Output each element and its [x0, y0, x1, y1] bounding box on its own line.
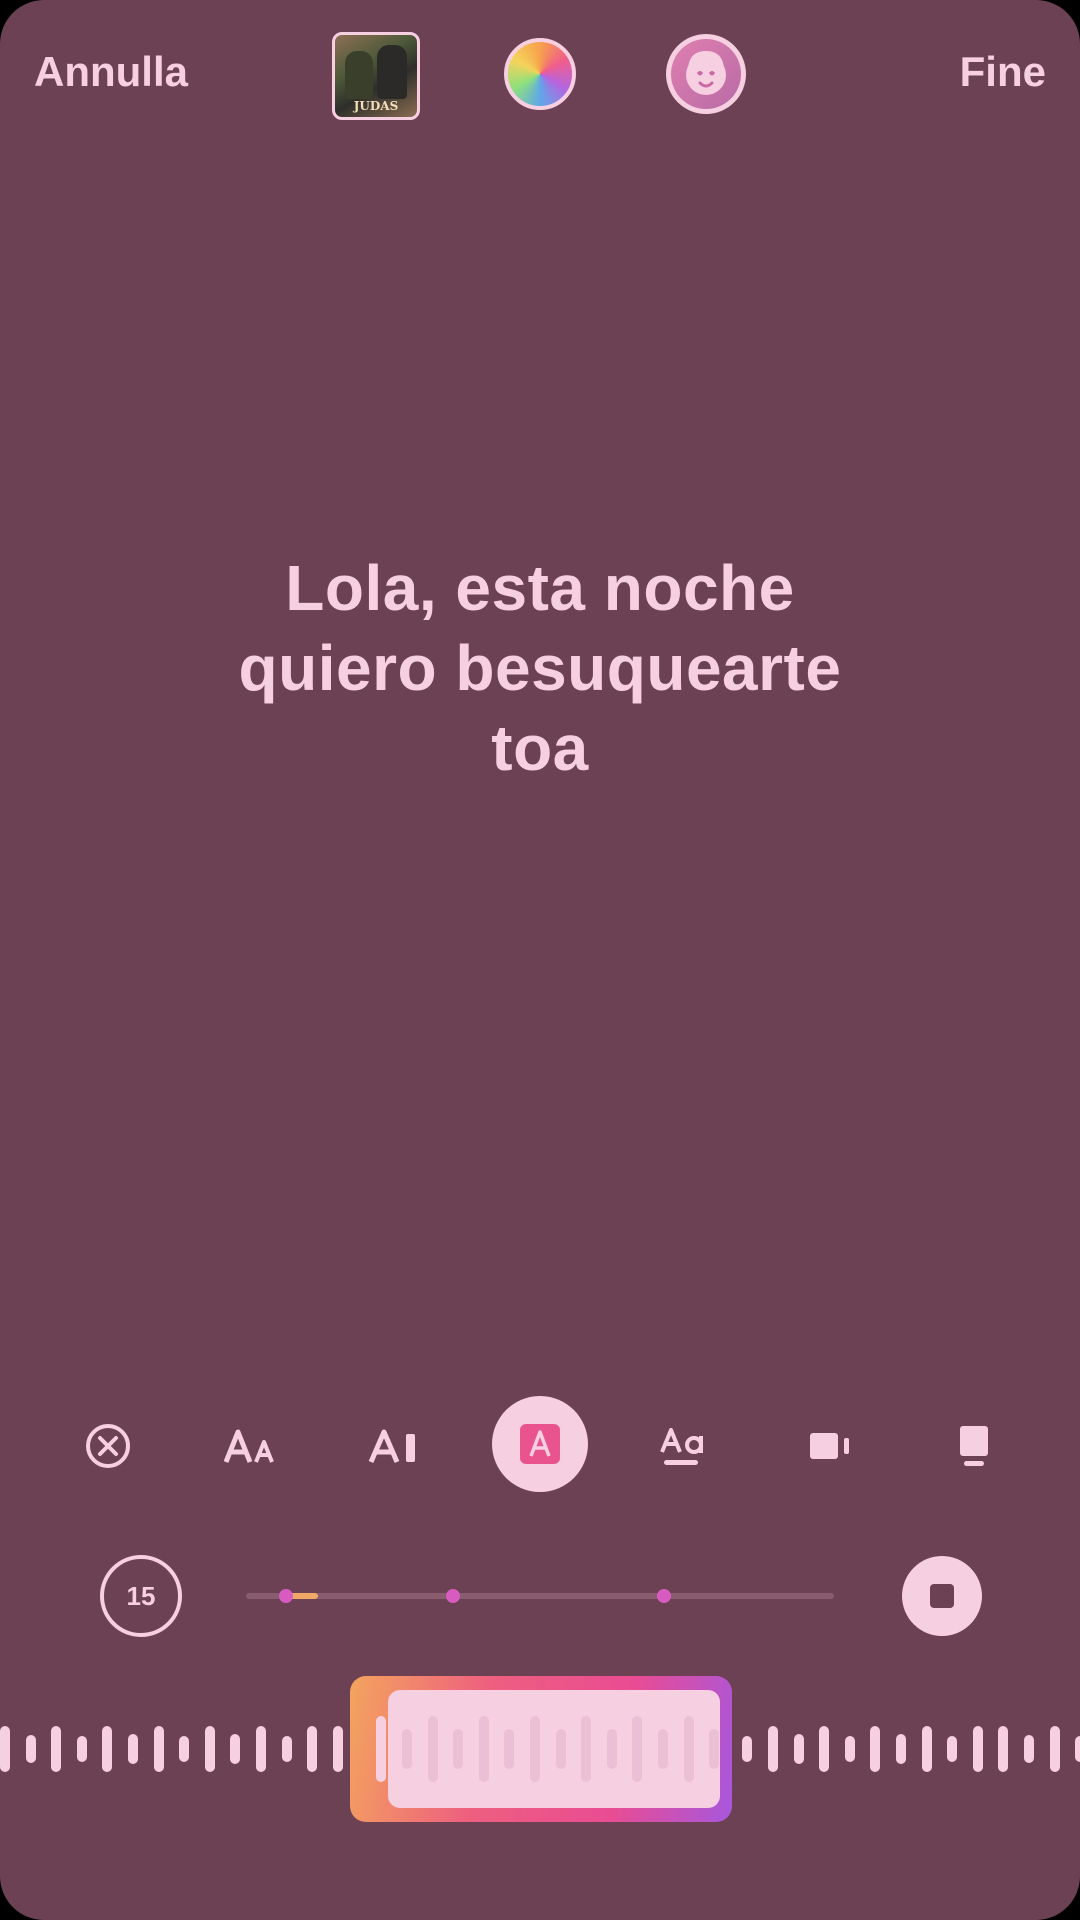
waveform-bar: [204, 1726, 215, 1772]
waveform-bar: [332, 1726, 343, 1772]
waveform-bar: [530, 1716, 540, 1782]
cancel-button[interactable]: Annulla: [34, 48, 188, 96]
waveform-bar: [51, 1726, 62, 1772]
waveform-bar: [972, 1726, 983, 1772]
waveform-bar: [947, 1736, 958, 1762]
waveform-bar: [128, 1734, 138, 1764]
waveform-bar: [504, 1729, 515, 1769]
text-size-icon[interactable]: [214, 1408, 290, 1484]
card-layout-icon[interactable]: [936, 1408, 1012, 1484]
waveform-bar: [742, 1736, 753, 1762]
lyrics-line: quiero besuquearte: [238, 632, 842, 704]
waveform-bar: [230, 1734, 241, 1764]
lyric-marker: [279, 1589, 293, 1603]
waveform-bar: [683, 1716, 694, 1782]
lyrics-style-toolbar: [0, 1396, 1080, 1496]
album-art-text: JUDAS: [353, 99, 399, 113]
selected-waveform: [388, 1690, 720, 1808]
waveform-bar: [0, 1726, 10, 1772]
waveform-bar: [606, 1729, 617, 1769]
waveform-bar: [555, 1729, 566, 1769]
stop-button[interactable]: [902, 1556, 982, 1636]
waveform-bar: [581, 1716, 592, 1782]
playback-progress-track[interactable]: [246, 1589, 834, 1603]
waveform-bar: [1075, 1736, 1080, 1762]
album-art-button[interactable]: JUDAS: [332, 32, 420, 120]
waveform-bar: [896, 1734, 906, 1764]
waveform-bar: [453, 1729, 464, 1769]
waveform-bar: [402, 1729, 412, 1769]
waveform-bar: [307, 1726, 318, 1772]
face-icon: [671, 39, 741, 109]
text-style-highlight-icon[interactable]: [492, 1396, 588, 1492]
clip-duration-button[interactable]: 15: [100, 1555, 182, 1637]
clip-selection-window[interactable]: [350, 1676, 732, 1822]
album-art-figure-right: [377, 45, 407, 99]
waveform-bar: [76, 1736, 87, 1762]
selection-handle[interactable]: [376, 1716, 386, 1782]
color-picker-icon[interactable]: [504, 38, 576, 110]
lyric-marker: [446, 1589, 460, 1603]
waveform-bar: [1024, 1735, 1034, 1763]
lyrics-sticker-editor: Annulla JUDAS Fine Lola, esta noche quie…: [0, 0, 1080, 1920]
waveform-bar: [179, 1736, 190, 1762]
top-bar: Annulla JUDAS Fine: [0, 0, 1080, 150]
waveform-bar: [870, 1726, 881, 1772]
album-art-figure-left: [345, 51, 373, 99]
waveform-bar: [281, 1736, 292, 1762]
waveform-bar: [709, 1729, 720, 1769]
audio-waveform-scrubber[interactable]: [0, 1676, 1080, 1826]
done-button[interactable]: Fine: [960, 48, 1046, 96]
waveform-bar: [478, 1716, 489, 1782]
video-layout-icon[interactable]: [792, 1408, 868, 1484]
waveform-bar: [998, 1726, 1009, 1772]
waveform-bar: [256, 1726, 266, 1772]
waveform-bar: [102, 1726, 113, 1772]
waveform-bar: [153, 1726, 164, 1772]
font-underline-icon[interactable]: [648, 1408, 724, 1484]
waveform-bar: [427, 1716, 438, 1782]
waveform-bar: [793, 1734, 804, 1764]
waveform-bar: [819, 1726, 830, 1772]
stop-icon: [930, 1584, 954, 1608]
sticker-face-button[interactable]: [666, 34, 746, 114]
waveform-bar: [921, 1726, 932, 1772]
waveform-bar: [1049, 1726, 1060, 1772]
waveform-bar: [25, 1735, 36, 1763]
text-cursor-icon[interactable]: [358, 1408, 434, 1484]
waveform-bar: [632, 1716, 643, 1782]
lyrics-text[interactable]: Lola, esta noche quiero besuquearte toa: [140, 548, 940, 788]
waveform-bar: [844, 1736, 855, 1762]
waveform-bar: [658, 1729, 668, 1769]
close-circle-icon[interactable]: [70, 1408, 146, 1484]
lyrics-line: toa: [491, 712, 589, 784]
lyric-marker: [657, 1589, 671, 1603]
lyrics-line: Lola, esta noche: [285, 552, 795, 624]
waveform-bar: [768, 1726, 778, 1772]
